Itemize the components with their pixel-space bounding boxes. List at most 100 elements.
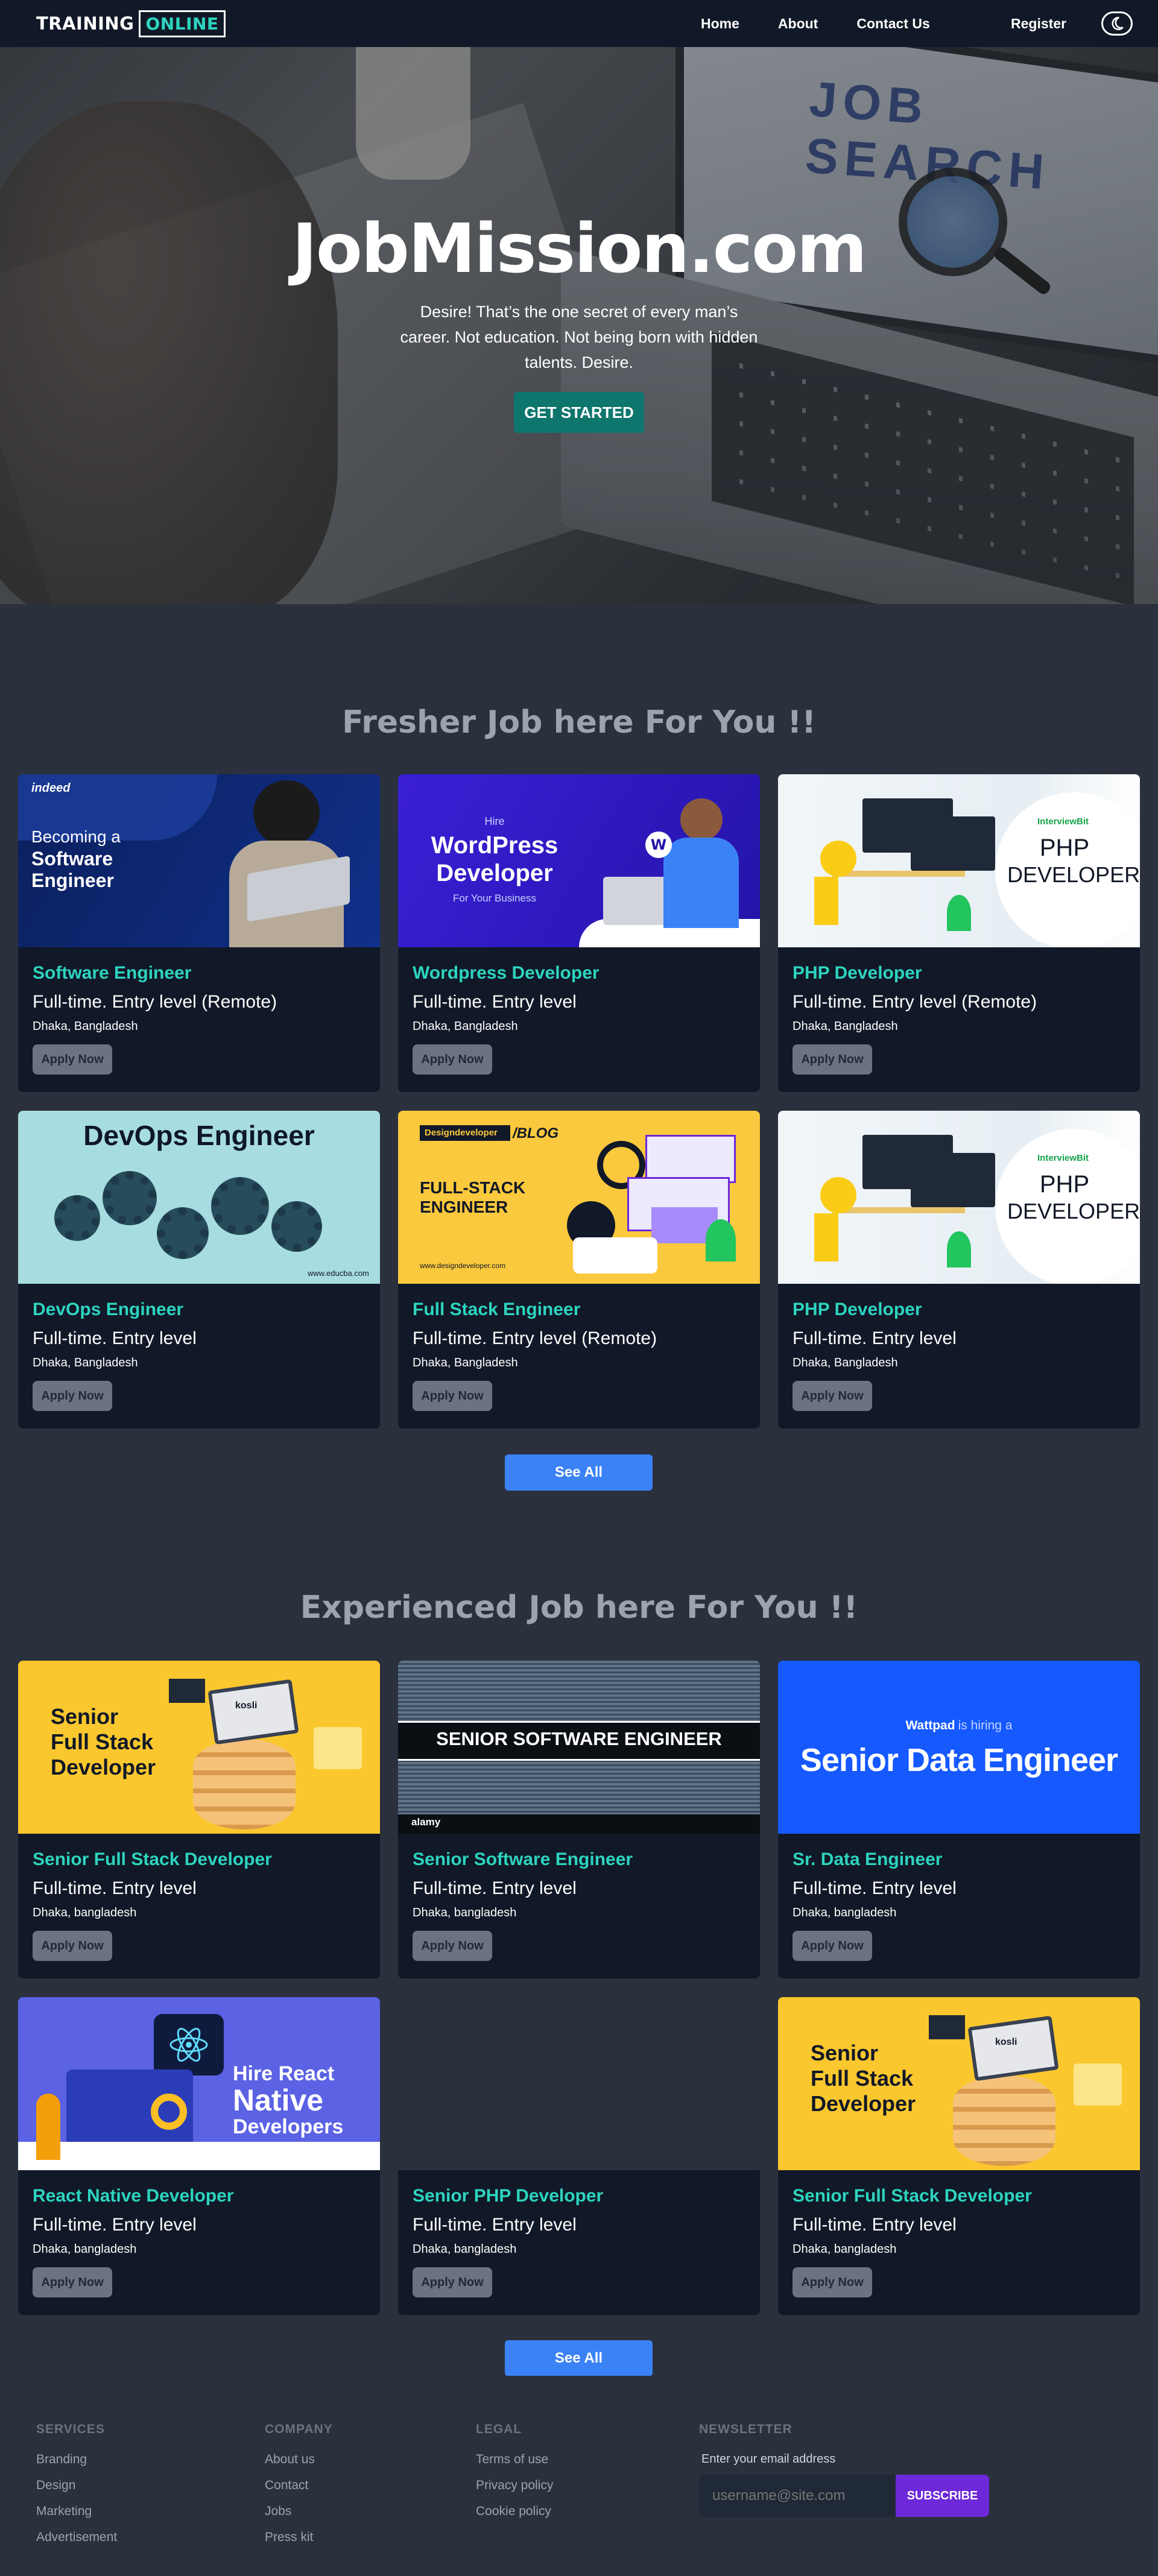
job-location: Dhaka, bangladesh xyxy=(413,2243,517,2256)
job-card-body: PHP Developer Full-time. Entry level Dha… xyxy=(793,1299,1130,1411)
image-text: Senior xyxy=(51,1704,119,1729)
footer-newsletter: NEWSLETTER Enter your email address SUBS… xyxy=(699,2422,989,2517)
job-type: Full-time. Entry level xyxy=(793,1878,957,1898)
apply-now-button[interactable]: Apply Now xyxy=(793,1931,872,1961)
image-text: DevOps Engineer xyxy=(83,1120,315,1151)
image-text: Developers xyxy=(233,2115,344,2138)
apply-now-button[interactable]: Apply Now xyxy=(33,1931,112,1961)
gears-illustration xyxy=(54,1171,344,1267)
job-location: Dhaka, Bangladesh xyxy=(413,1020,518,1033)
image-text: Native xyxy=(233,2083,324,2117)
job-card-body: Senior Full Stack Developer Full-time. E… xyxy=(793,2186,1130,2297)
job-card-image: Senior Full Stack Developer kosli xyxy=(778,1997,1140,2170)
brand-logo[interactable]: TRAINING ONLINE xyxy=(36,10,226,37)
image-footer-bar xyxy=(398,1814,760,1834)
screen-shape xyxy=(169,1679,205,1703)
job-title[interactable]: PHP Developer xyxy=(793,963,1130,983)
job-card-image-placeholder xyxy=(398,1997,760,2170)
newsletter-email-input[interactable] xyxy=(699,2475,896,2517)
chart-shape xyxy=(151,2094,187,2130)
job-title[interactable]: Senior Software Engineer xyxy=(413,1849,750,1870)
footer-link-branding[interactable]: Branding xyxy=(36,2452,117,2467)
image-brand-text: Wattpad xyxy=(905,1719,955,1732)
fresher-see-all-button[interactable]: See All xyxy=(505,1454,653,1491)
job-title[interactable]: Senior Full Stack Developer xyxy=(793,2186,1130,2206)
subscribe-button[interactable]: SUBSCRIBE xyxy=(896,2475,989,2517)
job-title[interactable]: PHP Developer xyxy=(793,1299,1130,1320)
footer-link-advertisement[interactable]: Advertisement xyxy=(36,2530,117,2545)
laptop-shape xyxy=(573,1237,657,1274)
job-location: Dhaka, bangladesh xyxy=(33,2243,137,2256)
apply-now-button[interactable]: Apply Now xyxy=(793,1044,872,1075)
job-card-image: Designdeveloper /BLOG FULL-STACK ENGINEE… xyxy=(398,1111,760,1284)
footer-legal: LEGAL Terms of use Privacy policy Cookie… xyxy=(476,2422,553,2530)
apply-now-button[interactable]: Apply Now xyxy=(33,2267,112,2297)
job-title[interactable]: Full Stack Engineer xyxy=(413,1299,750,1320)
register-link[interactable]: Register xyxy=(1011,16,1066,32)
apply-now-button[interactable]: Apply Now xyxy=(413,1381,492,1411)
nav-home-link[interactable]: Home xyxy=(701,16,739,32)
person-shape xyxy=(820,841,856,877)
job-card-body: DevOps Engineer Full-time. Entry level D… xyxy=(33,1299,370,1411)
theme-toggle-button[interactable] xyxy=(1101,11,1133,36)
apply-now-button[interactable]: Apply Now xyxy=(33,1381,112,1411)
job-title[interactable]: React Native Developer xyxy=(33,2186,370,2206)
job-card-image: Hire React Native Developers xyxy=(18,1997,380,2170)
window-shape xyxy=(645,1135,736,1183)
job-title[interactable]: DevOps Engineer xyxy=(33,1299,370,1320)
image-text: Senior xyxy=(811,2041,879,2065)
job-card: Senior Full Stack Developer kosli Senior… xyxy=(778,1997,1140,2315)
job-card-body: PHP Developer Full-time. Entry level (Re… xyxy=(793,963,1130,1075)
footer-link-contact[interactable]: Contact xyxy=(265,2478,333,2493)
apply-now-button[interactable]: Apply Now xyxy=(33,1044,112,1075)
image-text: Senior Data Engineer xyxy=(800,1742,1118,1778)
job-location: Dhaka, bangladesh xyxy=(793,2243,897,2256)
person-head xyxy=(253,780,320,847)
footer-link-privacy[interactable]: Privacy policy xyxy=(476,2478,553,2493)
nav-about-link[interactable]: About xyxy=(778,16,818,32)
moon-icon xyxy=(1112,16,1124,30)
person-shape xyxy=(36,2094,60,2160)
job-location: Dhaka, Bangladesh xyxy=(793,1356,898,1369)
apply-now-button[interactable]: Apply Now xyxy=(413,1044,492,1075)
get-started-button[interactable]: GET STARTED xyxy=(514,392,644,433)
experienced-see-all-button[interactable]: See All xyxy=(505,2340,653,2376)
job-card: InterviewBit PHP DEVELOPER PHP Developer… xyxy=(778,1111,1140,1428)
footer-link-press-kit[interactable]: Press kit xyxy=(265,2530,333,2545)
fresher-section-title: Fresher Job here For You !! xyxy=(342,704,816,740)
footer-link-about[interactable]: About us xyxy=(265,2452,333,2467)
footer-link-marketing[interactable]: Marketing xyxy=(36,2504,117,2519)
brand-primary: TRAINING xyxy=(36,13,134,34)
job-title[interactable]: Software Engineer xyxy=(33,963,370,983)
job-title[interactable]: Sr. Data Engineer xyxy=(793,1849,1130,1870)
job-card: Senior Full Stack Developer kosli Senior… xyxy=(18,1661,380,1978)
desk-shape xyxy=(832,871,965,877)
person-body xyxy=(663,838,739,928)
job-location: Dhaka, bangladesh xyxy=(413,1906,517,1919)
image-source-text: www.designdeveloper.com xyxy=(420,1261,506,1270)
apply-now-button[interactable]: Apply Now xyxy=(793,1381,872,1411)
job-card-body: Senior Software Engineer Full-time. Entr… xyxy=(413,1849,750,1961)
monitor-shape xyxy=(911,1153,995,1207)
footer-link-terms[interactable]: Terms of use xyxy=(476,2452,553,2467)
job-title[interactable]: Senior Full Stack Developer xyxy=(33,1849,370,1870)
footer-link-design[interactable]: Design xyxy=(36,2478,117,2493)
footer-link-cookie[interactable]: Cookie policy xyxy=(476,2504,553,2519)
job-title[interactable]: Wordpress Developer xyxy=(413,963,750,983)
person-head xyxy=(680,798,723,841)
job-type: Full-time. Entry level xyxy=(33,1328,197,1348)
apply-now-button[interactable]: Apply Now xyxy=(413,1931,492,1961)
image-text: PHP xyxy=(1039,835,1090,861)
job-title[interactable]: Senior PHP Developer xyxy=(413,2186,750,2206)
footer: SERVICES Branding Design Marketing Adver… xyxy=(0,2376,1158,2576)
image-text: Software xyxy=(31,848,113,870)
image-text: FULL-STACK xyxy=(420,1178,526,1197)
nav-contact-link[interactable]: Contact Us xyxy=(856,16,929,32)
job-card-body: Full Stack Engineer Full-time. Entry lev… xyxy=(413,1299,750,1411)
plant-shape xyxy=(947,895,971,931)
person-shape xyxy=(814,1213,838,1261)
job-location: Dhaka, Bangladesh xyxy=(413,1356,518,1369)
apply-now-button[interactable]: Apply Now xyxy=(793,2267,872,2297)
apply-now-button[interactable]: Apply Now xyxy=(413,2267,492,2297)
footer-link-jobs[interactable]: Jobs xyxy=(265,2504,333,2519)
